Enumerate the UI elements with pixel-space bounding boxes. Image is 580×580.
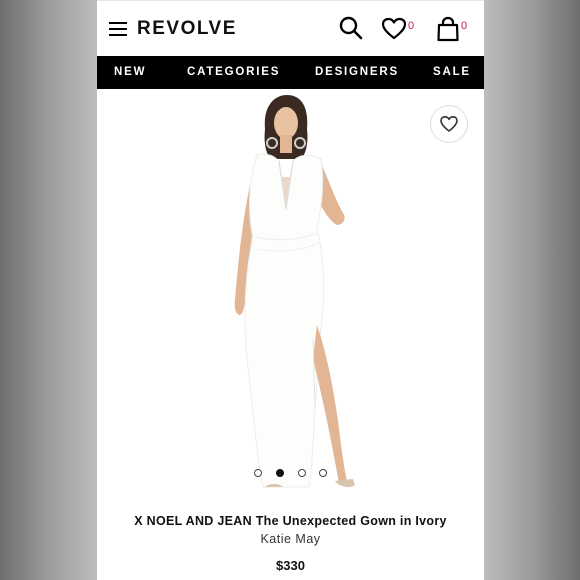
category-nav: NEW CATEGORIES DESIGNERS SALE [97,56,484,89]
mobile-page: REVOLVE 0 0 NEW CATEGORIES DESIGNERS SAL… [97,0,484,580]
nav-item-sale[interactable]: SALE [433,66,471,78]
hamburger-icon[interactable] [109,22,127,36]
header-bar: REVOLVE 0 0 [97,0,484,56]
search-icon[interactable] [338,15,364,41]
carousel-dot-4[interactable] [319,469,327,477]
nav-item-designers[interactable]: DESIGNERS [315,66,399,78]
nav-item-new[interactable]: NEW [114,66,146,78]
carousel-dot-1[interactable] [254,469,262,477]
heart-icon[interactable] [381,17,407,41]
bag-count: 0 [461,20,468,32]
wishlist-count: 0 [408,20,415,32]
product-brand[interactable]: Katie May [97,532,484,546]
product-title[interactable]: X NOEL AND JEAN The Unexpected Gown in I… [97,514,484,528]
revolve-logo[interactable]: REVOLVE [137,18,237,40]
product-image[interactable] [97,89,484,489]
carousel-dot-2[interactable] [276,469,284,477]
product-price: $330 [276,558,305,573]
shopping-bag-icon[interactable] [436,16,460,42]
heart-outline-icon [440,116,458,132]
carousel-indicator [253,469,333,479]
carousel-dot-3[interactable] [298,469,306,477]
favorite-button[interactable] [430,105,468,143]
nav-item-categories[interactable]: CATEGORIES [187,66,280,78]
